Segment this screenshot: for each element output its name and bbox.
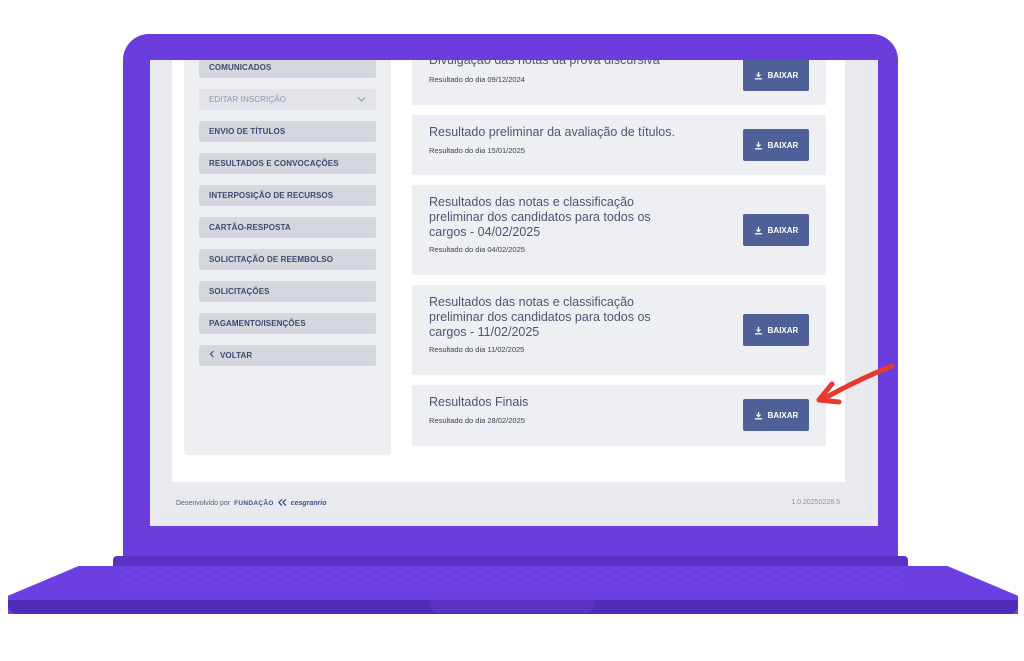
sidebar-item-resultados-e-convocacoes[interactable]: RESULTADOS E CONVOCAÇÕES [199,153,376,174]
laptop-notch [430,600,595,613]
download-icon [754,71,762,79]
content-panel: COMUNICADOS EDITAR INSCRIÇÃO ENVIO DE TÍ… [172,60,845,482]
result-title: Resultados das notas e classificação pre… [429,295,651,339]
red-arrow-annotation-icon [816,363,895,405]
download-icon [754,411,762,419]
sidebar-item-label: RESULTADOS E CONVOCAÇÕES [209,159,339,168]
result-title: Resultados Finais [429,395,529,409]
result-title: Divulgação das notas da prova discursiva [429,60,660,67]
sidebar-item-pagamento-isencoes[interactable]: PAGAMENTO/ISENÇÕES [199,313,376,334]
footer-text: Desenvolvido por [176,500,231,507]
sidebar-item-envio-de-titulos[interactable]: ENVIO DE TÍTULOS [199,121,376,142]
sidebar-item-label: PAGAMENTO/ISENÇÕES [209,319,306,328]
result-date: Resultado do dia 11/02/2025 [429,345,525,354]
result-card: Resultados das notas e classificação pre… [412,285,826,375]
sidebar-item-label: ENVIO DE TÍTULOS [209,127,286,136]
org-logo-prefix: FUNDAÇÃO [234,500,274,507]
download-button-label: BAIXAR [767,225,799,235]
footer-credit: Desenvolvido por FUNDAÇÃO cesgranrio [176,499,326,508]
sidebar-item-label: COMUNICADOS [209,63,272,72]
result-date: Resultado do dia 15/01/2025 [429,146,525,155]
chevron-down-icon [357,89,366,118]
download-button[interactable]: BAIXAR [743,314,809,346]
download-icon [754,326,762,334]
download-icon [754,226,762,234]
sidebar: COMUNICADOS EDITAR INSCRIÇÃO ENVIO DE TÍ… [184,60,391,455]
download-button[interactable]: BAIXAR [743,129,809,161]
result-date: Resultado do dia 04/02/2025 [429,245,525,254]
chevron-left-icon [209,345,215,366]
result-date: Resultado do dia 28/02/2025 [429,416,525,425]
download-button[interactable]: BAIXAR [743,60,809,91]
download-button-label: BAIXAR [767,325,799,335]
result-date: Resultado do dia 09/12/2024 [429,75,525,84]
download-button[interactable]: BAIXAR [743,399,809,431]
sidebar-item-label: VOLTAR [220,351,253,360]
sidebar-item-label: CARTÃO-RESPOSTA [209,223,291,232]
result-card: Resultados das notas e classificação pre… [412,185,826,275]
version-label: 1.0.20250228.5 [791,499,840,506]
result-title: Resultado preliminar da avaliação de tít… [429,125,675,139]
download-icon [754,141,762,149]
sidebar-item-label: SOLICITAÇÃO DE REEMBOLSO [209,255,334,264]
download-button-label: BAIXAR [767,140,799,150]
sidebar-item-solicitacoes[interactable]: SOLICITAÇÕES [199,281,376,302]
sidebar-item-label: INTERPOSIÇÃO DE RECURSOS [209,191,334,200]
sidebar-item-cartao-resposta[interactable]: CARTÃO-RESPOSTA [199,217,376,238]
laptop-keyboard [120,569,905,589]
sidebar-item-label: SOLICITAÇÕES [209,287,270,296]
cesgranrio-logo-icon [277,499,287,508]
sidebar-item-voltar[interactable]: VOLTAR [199,345,376,366]
download-button[interactable]: BAIXAR [743,214,809,246]
sidebar-item-comunicados[interactable]: COMUNICADOS [199,60,376,78]
download-button-label: BAIXAR [767,70,799,80]
sidebar-item-editar-inscricao[interactable]: EDITAR INSCRIÇÃO [199,89,376,110]
laptop-screen: COMUNICADOS EDITAR INSCRIÇÃO ENVIO DE TÍ… [150,60,878,526]
org-logo-name: cesgranrio [290,500,327,507]
result-title: Resultados das notas e classificação pre… [429,195,651,239]
sidebar-item-label: EDITAR INSCRIÇÃO [209,95,287,104]
result-card: Divulgação das notas da prova discursiva… [412,60,826,105]
result-card: Resultados Finais Resultado do dia 28/02… [412,385,826,446]
download-button-label: BAIXAR [767,410,799,420]
sidebar-item-solicitacao-de-reembolso[interactable]: SOLICITAÇÃO DE REEMBOLSO [199,249,376,270]
result-card: Resultado preliminar da avaliação de tít… [412,115,826,175]
sidebar-item-interposicao-de-recursos[interactable]: INTERPOSIÇÃO DE RECURSOS [199,185,376,206]
